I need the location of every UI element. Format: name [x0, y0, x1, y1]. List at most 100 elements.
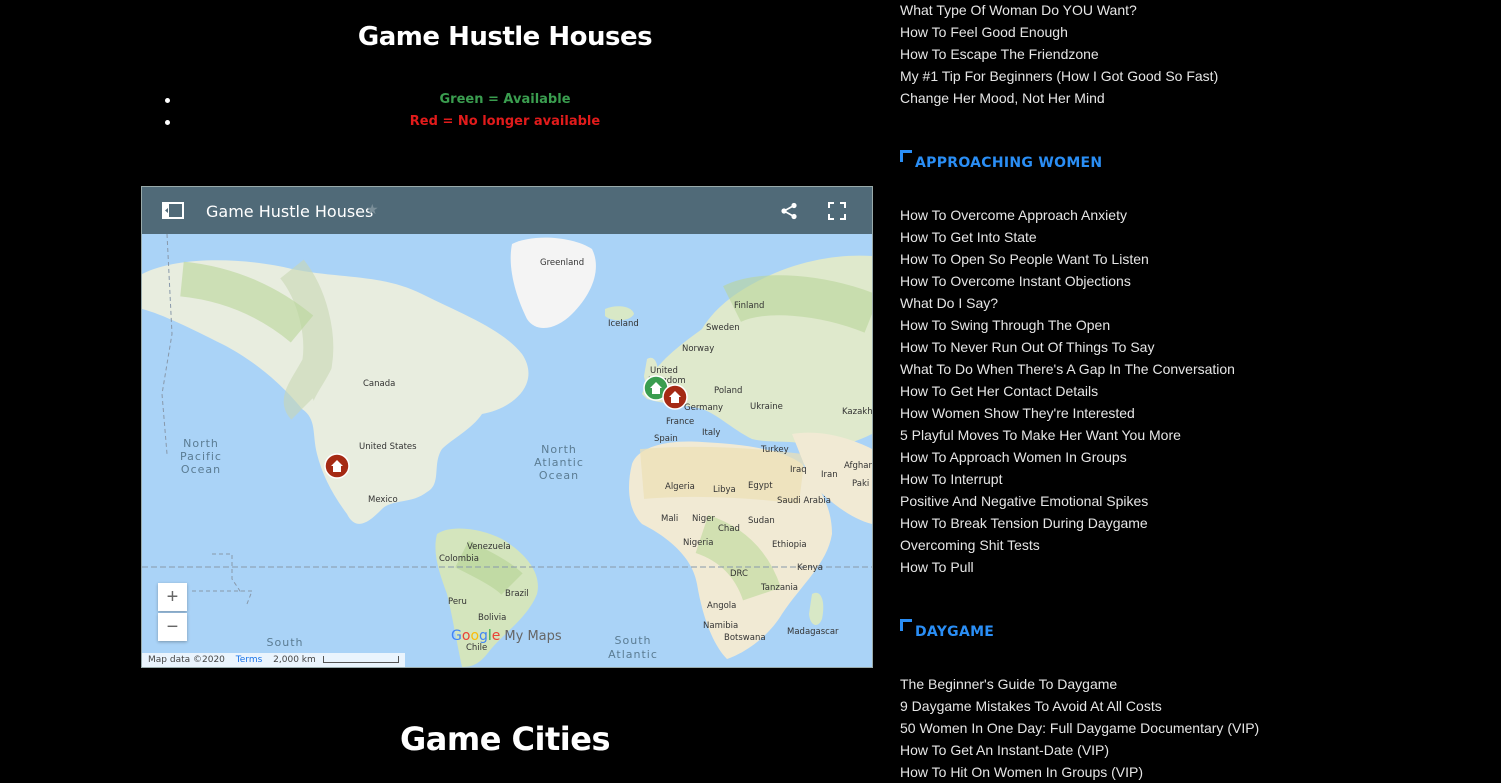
label-venezuela: Venezuela — [467, 542, 511, 552]
sidebar-link[interactable]: What Do I Say? — [900, 295, 998, 311]
label-chad: Chad — [718, 524, 740, 534]
map-marker-europe-central[interactable] — [662, 384, 688, 410]
sidebar-link[interactable]: 5 Playful Moves To Make Her Want You Mor… — [900, 427, 1181, 443]
sidebar-link[interactable]: How To Interrupt — [900, 471, 1002, 487]
sidebar-link[interactable]: How Women Show They're Interested — [900, 405, 1135, 421]
label-ethiopia: Ethiopia — [772, 540, 807, 550]
label-iceland: Iceland — [608, 319, 639, 329]
map-title: Game Hustle Houses — [206, 202, 374, 221]
label-canada: Canada — [363, 379, 395, 389]
sidebar-link[interactable]: What To Do When There's A Gap In The Con… — [900, 361, 1235, 377]
label-ukraine: Ukraine — [750, 402, 783, 412]
sidebar: What Type Of Woman Do YOU Want? How To F… — [900, 0, 1500, 783]
sidebar-link[interactable]: How To Get An Instant-Date (VIP) — [900, 742, 1109, 758]
zoom-in-button[interactable]: + — [158, 583, 187, 611]
sidebar-link[interactable]: How To Hit On Women In Groups (VIP) — [900, 764, 1143, 780]
label-south: South — [267, 636, 304, 649]
heading-corner-icon — [900, 150, 912, 162]
label-np-ocean-1: North — [183, 437, 219, 450]
label-finland: Finland — [734, 301, 764, 311]
label-egypt: Egypt — [748, 481, 773, 491]
label-mali: Mali — [661, 514, 678, 524]
label-united-states: United States — [359, 442, 417, 452]
embedded-map[interactable]: Game Hustle Houses ★ Greenland Iceland F… — [141, 186, 873, 668]
bullet-icon — [165, 120, 170, 125]
legend-unavailable-text: Red = No longer available — [409, 114, 601, 129]
label-botswana: Botswana — [724, 633, 766, 643]
label-greenland: Greenland — [540, 258, 584, 268]
label-tanzania: Tanzania — [760, 583, 798, 593]
label-norway: Norway — [682, 344, 714, 354]
map-header: Game Hustle Houses ★ — [142, 187, 872, 234]
label-france: France — [666, 417, 694, 427]
sidebar-link[interactable]: How To Feel Good Enough — [900, 24, 1068, 40]
label-algeria: Algeria — [665, 482, 695, 492]
sidebar-link[interactable]: The Beginner's Guide To Daygame — [900, 676, 1117, 692]
scale-bar — [322, 656, 399, 663]
label-brazil: Brazil — [505, 589, 529, 599]
bullet-icon — [165, 98, 170, 103]
label-np-ocean-3: Ocean — [181, 463, 221, 476]
sidebar-link[interactable]: How To Never Run Out Of Things To Say — [900, 339, 1154, 355]
label-namibia: Namibia — [703, 621, 738, 631]
map-marker-los-angeles[interactable] — [324, 453, 350, 479]
label-germany: Germany — [684, 403, 723, 413]
label-sa-ocean-1: South — [615, 634, 652, 647]
legend-available-text: Green = Available — [439, 92, 571, 107]
sidebar-link[interactable]: Overcoming Shit Tests — [900, 537, 1040, 553]
label-spain: Spain — [654, 434, 678, 444]
label-chile: Chile — [466, 643, 487, 653]
sidebar-link[interactable]: How To Overcome Approach Anxiety — [900, 207, 1127, 223]
heading-corner-icon — [900, 619, 912, 631]
label-sudan: Sudan — [748, 516, 775, 526]
label-afghan: Afghan — [844, 461, 872, 471]
sidebar-link[interactable]: How To Escape The Friendzone — [900, 46, 1099, 62]
sidebar-link[interactable]: How To Pull — [900, 559, 974, 575]
sidebar-link[interactable]: How To Get Into State — [900, 229, 1037, 245]
share-icon[interactable] — [780, 202, 798, 220]
world-map-svg: Greenland Iceland Finland Sweden Norway … — [142, 234, 872, 667]
map-attribution: Map data ©2020 Terms 2,000 km — [142, 653, 405, 667]
attribution-text: Map data ©2020 — [148, 655, 225, 665]
label-pak: Paki — [852, 479, 869, 489]
label-saudi: Saudi Arabia — [777, 496, 831, 506]
label-niger: Niger — [692, 514, 715, 524]
label-libya: Libya — [713, 485, 736, 495]
sidebar-link[interactable]: 9 Daygame Mistakes To Avoid At All Costs — [900, 698, 1162, 714]
sidebar-link[interactable]: My #1 Tip For Beginners (How I Got Good … — [900, 68, 1218, 84]
sidebar-link[interactable]: How To Open So People Want To Listen — [900, 251, 1149, 267]
label-na-ocean-1: North — [541, 443, 577, 456]
zoom-out-button[interactable]: − — [158, 613, 187, 641]
terms-link[interactable]: Terms — [236, 655, 263, 665]
map-sidebar-toggle-icon[interactable] — [162, 202, 184, 219]
sidebar-link[interactable]: How To Approach Women In Groups — [900, 449, 1127, 465]
label-bolivia: Bolivia — [478, 613, 506, 623]
map-canvas[interactable]: Greenland Iceland Finland Sweden Norway … — [142, 234, 872, 667]
label-sweden: Sweden — [706, 323, 740, 333]
sidebar-link[interactable]: How To Break Tension During Daygame — [900, 515, 1148, 531]
label-peru: Peru — [448, 597, 467, 607]
sidebar-link[interactable]: How To Swing Through The Open — [900, 317, 1110, 333]
label-iran: Iran — [821, 470, 838, 480]
heading-text: DAYGAME — [915, 624, 995, 640]
sidebar-link[interactable]: How To Get Her Contact Details — [900, 383, 1098, 399]
section-title-game-cities: Game Cities — [399, 720, 611, 758]
sidebar-link[interactable]: 50 Women In One Day: Full Daygame Docume… — [900, 720, 1259, 736]
label-mexico: Mexico — [368, 495, 398, 505]
label-kenya: Kenya — [797, 563, 823, 573]
sidebar-link[interactable]: Change Her Mood, Not Her Mind — [900, 90, 1105, 106]
scale-label: 2,000 km — [273, 655, 316, 665]
legend-item-available: Green = Available — [140, 91, 870, 113]
sidebar-link[interactable]: Positive And Negative Emotional Spikes — [900, 493, 1148, 509]
label-np-ocean-2: Pacific — [180, 450, 222, 463]
label-na-ocean-2: Atlantic — [534, 456, 584, 469]
star-icon[interactable]: ★ — [366, 201, 379, 218]
sidebar-link[interactable]: How To Overcome Instant Objections — [900, 273, 1131, 289]
label-kazakh: Kazakh — [842, 407, 872, 417]
fullscreen-icon[interactable] — [828, 202, 846, 220]
legend-item-unavailable: Red = No longer available — [140, 113, 870, 135]
label-angola: Angola — [707, 601, 736, 611]
google-my-maps-logo[interactable]: Google My Maps — [451, 628, 562, 644]
label-na-ocean-3: Ocean — [539, 469, 579, 482]
sidebar-link[interactable]: What Type Of Woman Do YOU Want? — [900, 2, 1137, 18]
